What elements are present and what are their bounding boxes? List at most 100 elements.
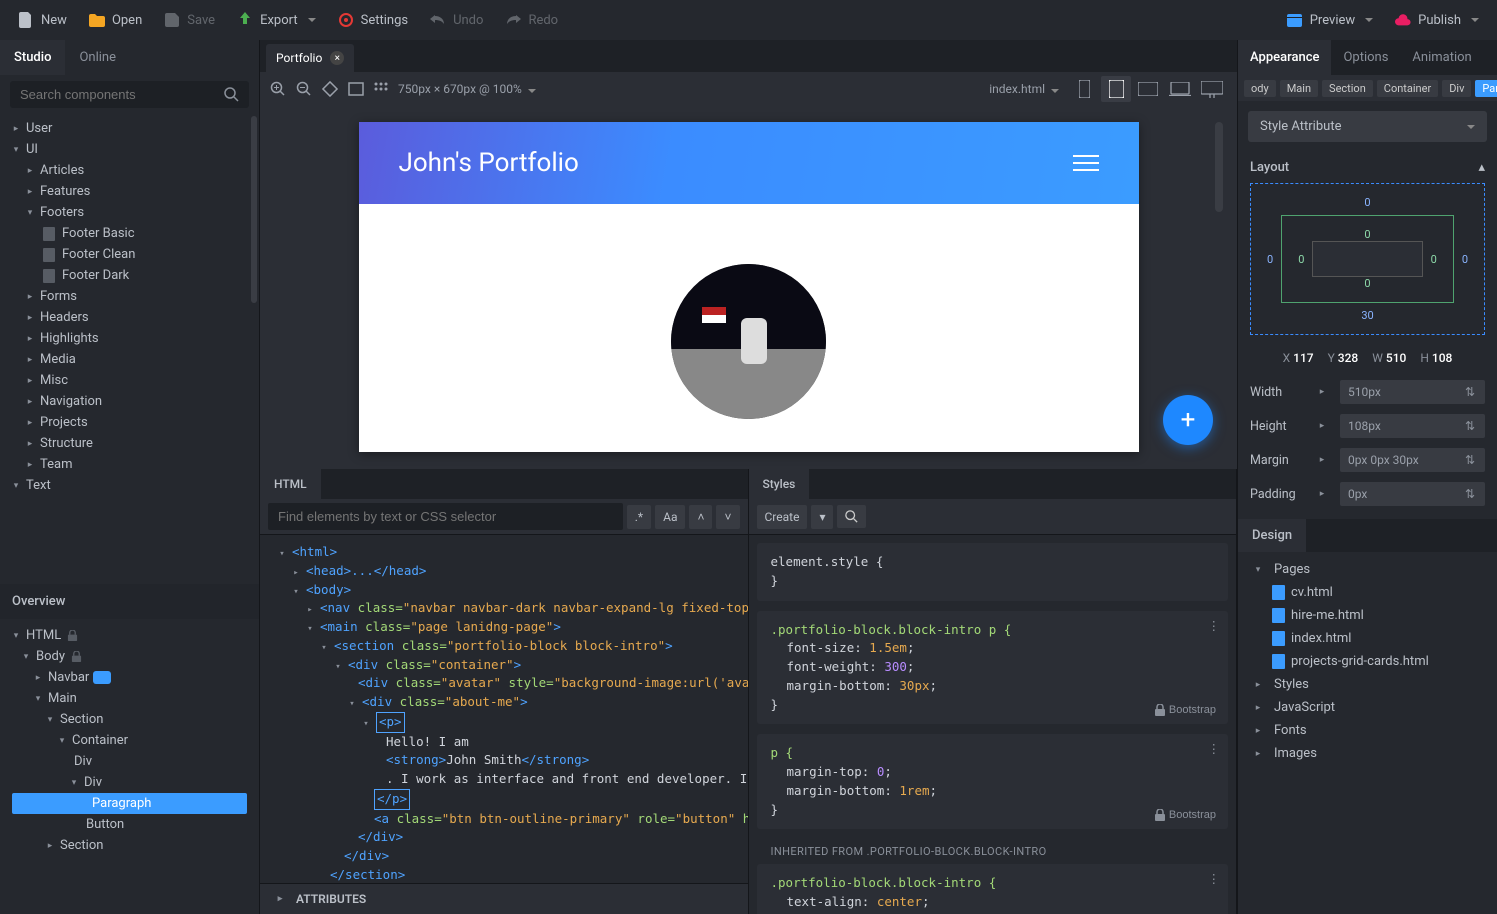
- tree-team[interactable]: ▸Team: [0, 454, 259, 475]
- tree-text[interactable]: ▾Text: [0, 475, 259, 496]
- tree-footer-clean[interactable]: Footer Clean: [0, 244, 259, 265]
- layout-section-header[interactable]: Layout▴: [1238, 152, 1497, 183]
- attributes-header[interactable]: ▸ATTRIBUTES: [260, 883, 748, 914]
- component-search[interactable]: [10, 81, 249, 108]
- tab-portfolio[interactable]: Portfolio×: [266, 44, 354, 72]
- tree-projects[interactable]: ▸Projects: [0, 412, 259, 433]
- crumb-body[interactable]: ody: [1244, 80, 1276, 97]
- canvas-page[interactable]: John's Portfolio: [359, 122, 1139, 452]
- ov-navbar[interactable]: ▸Navbar: [0, 667, 259, 688]
- ov-button[interactable]: Button: [0, 814, 259, 835]
- design-images[interactable]: ▸Images: [1238, 742, 1497, 765]
- canvas-scrollbar[interactable]: [1215, 122, 1223, 212]
- tree-structure[interactable]: ▸Structure: [0, 433, 259, 454]
- style-attribute-select[interactable]: Style Attribute: [1248, 111, 1487, 142]
- file-projects[interactable]: projects-grid-cards.html: [1238, 650, 1497, 673]
- tree-misc[interactable]: ▸Misc: [0, 370, 259, 391]
- canvas[interactable]: John's Portfolio +: [260, 106, 1237, 469]
- file-index[interactable]: index.html: [1238, 627, 1497, 650]
- regex-toggle[interactable]: .*: [627, 505, 651, 529]
- device-desktop[interactable]: [1197, 76, 1227, 102]
- file-selector[interactable]: index.html: [989, 82, 1059, 96]
- margin-field[interactable]: 0px 0px 30px⇅: [1340, 448, 1485, 472]
- add-fab[interactable]: +: [1163, 395, 1213, 445]
- tree-articles[interactable]: ▸Articles: [0, 160, 259, 181]
- stepper-icon[interactable]: ⇅: [1463, 419, 1477, 433]
- design-fonts[interactable]: ▸Fonts: [1238, 719, 1497, 742]
- tree-footers[interactable]: ▾Footers: [0, 202, 259, 223]
- stepper-icon[interactable]: ⇅: [1463, 385, 1477, 399]
- style-search-icon[interactable]: [837, 505, 866, 528]
- rotate-icon[interactable]: [322, 81, 338, 97]
- width-field[interactable]: 510px⇅: [1340, 380, 1485, 404]
- close-tab-icon[interactable]: ×: [330, 51, 344, 65]
- tree-media[interactable]: ▸Media: [0, 349, 259, 370]
- tab-animation[interactable]: Animation: [1400, 40, 1483, 75]
- style-block-p[interactable]: ⋮ p { margin-top: 0; margin-bottom: 1rem…: [757, 734, 1229, 829]
- tab-appearance[interactable]: Appearance: [1238, 40, 1331, 75]
- create-style-button[interactable]: Create: [757, 505, 808, 529]
- tree-features[interactable]: ▸Features: [0, 181, 259, 202]
- crumb-main[interactable]: Main: [1280, 80, 1318, 97]
- zoom-out-icon[interactable]: [296, 81, 312, 97]
- canvas-dimensions[interactable]: 750px × 670px @ 100%: [398, 82, 536, 96]
- device-tablet-land[interactable]: [1133, 76, 1163, 102]
- ov-main[interactable]: ▾Main: [0, 688, 259, 709]
- design-js[interactable]: ▸JavaScript: [1238, 696, 1497, 719]
- tab-options[interactable]: Options: [1331, 40, 1400, 75]
- crumb-container[interactable]: Container: [1377, 80, 1438, 97]
- design-pages[interactable]: ▾Pages: [1238, 558, 1497, 581]
- ov-div2[interactable]: ▾Div: [0, 772, 259, 793]
- height-field[interactable]: 108px⇅: [1340, 414, 1485, 438]
- box-model[interactable]: 0 0 0 0 0 0 0 30: [1250, 183, 1485, 335]
- styles-list[interactable]: element.style { } ⋮ .portfolio-block.blo…: [749, 535, 1237, 914]
- file-cv[interactable]: cv.html: [1238, 581, 1497, 604]
- style-block-intro-p[interactable]: ⋮ .portfolio-block.block-intro p { font-…: [757, 611, 1229, 725]
- file-hire[interactable]: hire-me.html: [1238, 604, 1497, 627]
- expand-icon[interactable]: ▸: [1316, 454, 1328, 466]
- preview-button[interactable]: Preview: [1277, 6, 1383, 34]
- tree-navigation[interactable]: ▸Navigation: [0, 391, 259, 412]
- device-tablet[interactable]: [1101, 76, 1131, 102]
- more-icon[interactable]: ⋮: [1208, 740, 1221, 759]
- style-block-intro[interactable]: ⋮ .portfolio-block.block-intro { text-al…: [757, 864, 1229, 914]
- publish-button[interactable]: Publish: [1385, 6, 1489, 34]
- new-button[interactable]: New: [8, 6, 77, 34]
- scrollbar[interactable]: [251, 116, 257, 303]
- ov-body[interactable]: ▾Body: [0, 646, 259, 667]
- next-match[interactable]: ˅: [716, 505, 739, 529]
- padding-field[interactable]: 0px⇅: [1340, 482, 1485, 506]
- tree-user[interactable]: ▸User: [0, 118, 259, 139]
- hamburger-icon[interactable]: [1073, 155, 1099, 171]
- device-laptop[interactable]: [1165, 76, 1195, 102]
- redo-button[interactable]: Redo: [495, 6, 568, 34]
- expand-icon[interactable]: ▸: [1316, 386, 1328, 398]
- style-block-element[interactable]: element.style { }: [757, 543, 1229, 601]
- tree-footer-dark[interactable]: Footer Dark: [0, 265, 259, 286]
- tree-footer-basic[interactable]: Footer Basic: [0, 223, 259, 244]
- design-styles[interactable]: ▸Styles: [1238, 673, 1497, 696]
- expand-icon[interactable]: ▸: [1316, 488, 1328, 500]
- tree-ui[interactable]: ▾UI: [0, 139, 259, 160]
- create-dropdown[interactable]: ▾: [811, 505, 833, 529]
- more-icon[interactable]: ⋮: [1208, 870, 1221, 889]
- more-icon[interactable]: ⋮: [1208, 617, 1221, 636]
- case-toggle[interactable]: Aa: [655, 505, 685, 529]
- crumb-paragraph[interactable]: Paragraph: [1475, 80, 1497, 97]
- tree-highlights[interactable]: ▸Highlights: [0, 328, 259, 349]
- tree-forms[interactable]: ▸Forms: [0, 286, 259, 307]
- settings-button[interactable]: Settings: [328, 6, 418, 34]
- tab-html[interactable]: HTML: [260, 469, 321, 499]
- html-find-input[interactable]: [268, 503, 623, 530]
- search-input[interactable]: [20, 87, 224, 102]
- tab-studio[interactable]: Studio: [0, 40, 65, 75]
- expand-icon[interactable]: ▸: [1316, 420, 1328, 432]
- tab-styles[interactable]: Styles: [749, 469, 810, 499]
- grid-icon[interactable]: [374, 82, 388, 96]
- save-button[interactable]: Save: [154, 6, 225, 34]
- ov-html[interactable]: ▾HTML: [0, 625, 259, 646]
- fit-icon[interactable]: [348, 82, 364, 96]
- export-button[interactable]: Export: [227, 6, 326, 34]
- crumb-div[interactable]: Div: [1442, 80, 1471, 97]
- ov-div1[interactable]: Div: [0, 751, 259, 772]
